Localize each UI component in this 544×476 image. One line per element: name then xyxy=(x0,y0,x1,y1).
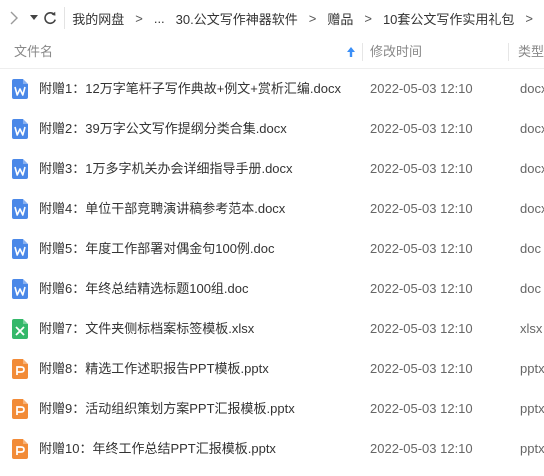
file-row[interactable]: 附赠7：文件夹侧标档案标签模板.xlsx 2022-05-03 12:10 xlsx xyxy=(0,309,544,349)
file-modified-date: 2022-05-03 12:10 xyxy=(370,121,473,136)
file-row[interactable]: 附赠5：年度工作部署对偶金句100例.doc 2022-05-03 12:10 do… xyxy=(0,229,544,269)
file-list-header: 文件名 修改时间 类型 xyxy=(0,36,544,69)
file-row[interactable]: 附赠4：单位干部竞聘演讲稿参考范本.docx 2022-05-03 12:10 do… xyxy=(0,189,544,229)
breadcrumb-item-folder[interactable]: 30.公文写作神器软件 xyxy=(176,9,298,28)
file-row[interactable]: 附赠8：精选工作述职报告PPT模板.pptx 2022-05-03 12:10 pp… xyxy=(0,349,544,389)
file-row[interactable]: 附赠3：1万多字机关办会详细指导手册.docx 2022-05-03 12:10 d… xyxy=(0,149,544,189)
file-row[interactable]: 附赠9：活动组织策划方案PPT汇报模板.pptx 2022-05-03 12:10… xyxy=(0,389,544,429)
file-type: pptx xyxy=(520,401,544,416)
file-name[interactable]: 附赠9：活动组织策划方案PPT汇报模板.pptx xyxy=(39,389,295,429)
file-type: xlsx xyxy=(520,321,543,336)
ppt-icon xyxy=(12,359,28,379)
file-row[interactable]: 附赠1：12万字笔杆子写作典故+例文+赏析汇编.docx 2022-05-03 1… xyxy=(0,69,544,109)
file-name[interactable]: 附赠8：精选工作述职报告PPT模板.pptx xyxy=(39,349,269,389)
file-name[interactable]: 附赠4：单位干部竞聘演讲稿参考范本.docx xyxy=(39,189,285,229)
file-type: docx xyxy=(520,81,544,96)
caret-down-icon xyxy=(29,15,38,20)
sort-ascending-icon[interactable] xyxy=(346,46,356,58)
file-modified-date: 2022-05-03 12:10 xyxy=(370,161,473,176)
word-icon xyxy=(12,199,28,219)
file-type: docx xyxy=(520,201,544,216)
file-modified-date: 2022-05-03 12:10 xyxy=(370,201,473,216)
file-modified-date: 2022-05-03 12:10 xyxy=(370,281,473,296)
breadcrumb-separator: > xyxy=(308,10,317,26)
column-header-date[interactable]: 修改时间 xyxy=(370,36,422,68)
file-modified-date: 2022-05-03 12:10 xyxy=(370,321,473,336)
column-divider[interactable] xyxy=(362,43,363,61)
breadcrumb-separator: > xyxy=(135,10,143,26)
file-type: doc xyxy=(520,281,541,296)
ppt-icon xyxy=(12,439,28,459)
breadcrumb-separator: > xyxy=(364,10,372,26)
word-icon xyxy=(12,239,28,259)
file-type: pptx xyxy=(520,361,544,376)
history-dropdown-button[interactable] xyxy=(26,0,42,36)
file-type: doc xyxy=(520,241,541,256)
file-name[interactable]: 附赠1：12万字笔杆子写作典故+例文+赏析汇编.docx xyxy=(39,69,341,109)
file-name[interactable]: 附赠10：年终工作总结PPT汇报模板.pptx xyxy=(39,429,276,469)
refresh-button[interactable] xyxy=(42,0,58,36)
column-divider[interactable] xyxy=(508,43,509,61)
file-row[interactable]: 附赠6：年终总结精选标题100组.doc 2022-05-03 12:10 doc xyxy=(0,269,544,309)
refresh-icon xyxy=(43,11,56,24)
file-name[interactable]: 附赠6：年终总结精选标题100组.doc xyxy=(39,269,249,309)
breadcrumb-item-root[interactable]: 我的网盘 xyxy=(72,9,124,28)
file-modified-date: 2022-05-03 12:10 xyxy=(370,441,473,456)
file-row[interactable]: 附赠10：年终工作总结PPT汇报模板.pptx 2022-05-03 12:10 p… xyxy=(0,429,544,469)
column-header-name[interactable]: 文件名 xyxy=(14,36,53,68)
word-icon xyxy=(12,119,28,139)
ppt-icon xyxy=(12,399,28,419)
column-header-type[interactable]: 类型 xyxy=(518,36,544,68)
word-icon xyxy=(12,159,28,179)
file-modified-date: 2022-05-03 12:10 xyxy=(370,81,473,96)
toolbar-divider xyxy=(63,7,65,29)
file-row[interactable]: 附赠2：39万字公文写作提纲分类合集.docx 2022-05-03 12:10 d… xyxy=(0,109,544,149)
chevron-right-icon xyxy=(10,11,18,25)
toolbar: 我的网盘 > ... 30.公文写作神器软件 > 赠品 > 10套公文写作实用礼… xyxy=(0,0,544,36)
file-modified-date: 2022-05-03 12:10 xyxy=(370,401,473,416)
file-type: docx xyxy=(520,161,544,176)
file-name[interactable]: 附赠7：文件夹侧标档案标签模板.xlsx xyxy=(39,309,254,349)
file-type: pptx xyxy=(520,441,544,456)
file-name[interactable]: 附赠2：39万字公文写作提纲分类合集.docx xyxy=(39,109,287,149)
file-modified-date: 2022-05-03 12:10 xyxy=(370,361,473,376)
file-name[interactable]: 附赠3：1万多字机关办会详细指导手册.docx xyxy=(39,149,293,189)
breadcrumb-item-ellipsis[interactable]: ... xyxy=(154,11,165,26)
word-icon xyxy=(12,79,28,99)
word-icon xyxy=(12,279,28,299)
file-modified-date: 2022-05-03 12:10 xyxy=(370,241,473,256)
excel-icon xyxy=(12,319,28,339)
breadcrumb-item-gifts[interactable]: 赠品 xyxy=(327,9,353,28)
breadcrumb-item-current[interactable]: 10套公文写作实用礼包 xyxy=(383,9,514,28)
file-name[interactable]: 附赠5：年度工作部署对偶金句100例.doc xyxy=(39,229,275,269)
breadcrumb: 我的网盘 > ... 30.公文写作神器软件 > 赠品 > 10套公文写作实用礼… xyxy=(72,9,544,28)
forward-button[interactable] xyxy=(6,0,22,36)
breadcrumb-separator: > xyxy=(525,10,534,26)
file-type: docx xyxy=(520,121,544,136)
